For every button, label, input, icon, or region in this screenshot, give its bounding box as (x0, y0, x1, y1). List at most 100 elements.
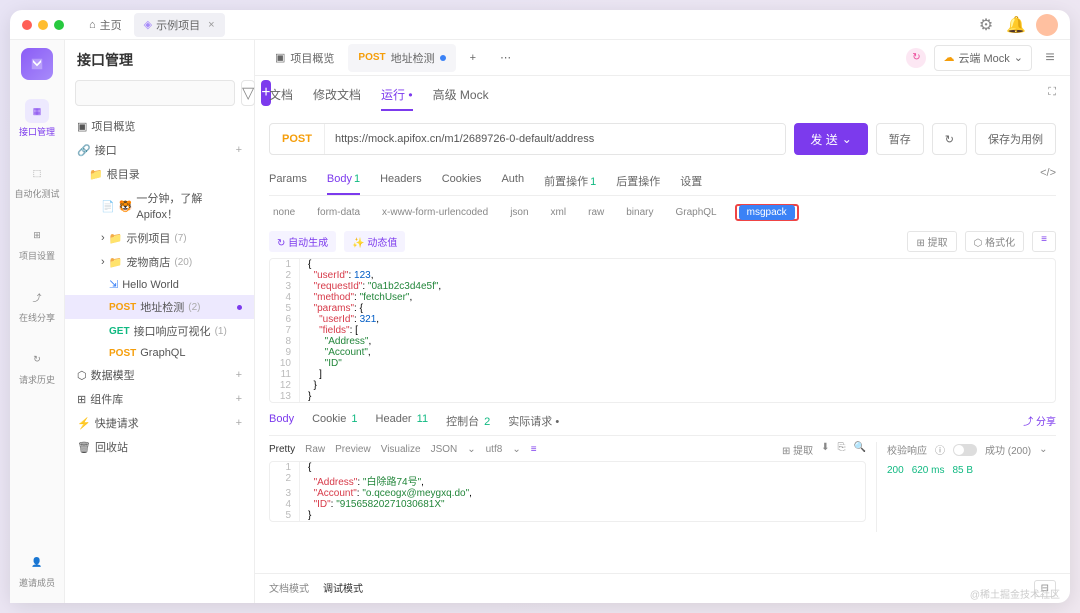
body-type-graphql[interactable]: GraphQL (671, 205, 720, 220)
resp-tab-actual[interactable]: 实际请求 • (508, 413, 559, 429)
filter-button[interactable]: ▽ (241, 80, 255, 106)
body-type-formdata[interactable]: form-data (313, 205, 364, 220)
body-type-msgpack[interactable]: msgpack (739, 205, 795, 220)
save-case-button[interactable]: 保存为用例 (975, 123, 1056, 155)
param-tab-pre[interactable]: 前置操作1 (544, 167, 596, 195)
resp-tab-console[interactable]: 控制台 2 (446, 413, 490, 429)
body-type-xml[interactable]: xml (547, 205, 571, 220)
request-body-editor[interactable]: 1{2 "userId": 123,3 "requestId": "0a1b2c… (269, 258, 1056, 403)
settings-icon[interactable]: ⚙ (976, 15, 996, 35)
resp-tab-body[interactable]: Body (269, 413, 294, 429)
format-json[interactable]: JSON (431, 444, 458, 455)
main-tab-overview[interactable]: ▣项目概览 (265, 44, 344, 72)
response-body-viewer[interactable]: 1{2 "Address": "白除路74号",3 "Account": "o.… (269, 461, 866, 522)
send-button[interactable]: 发 送⌄ (794, 123, 867, 155)
method-selector[interactable]: POST (270, 124, 325, 154)
resp-tab-cookie[interactable]: Cookie 1 (312, 413, 357, 429)
resp-copy-icon[interactable]: ⎘ (838, 442, 846, 457)
body-type-json[interactable]: json (506, 205, 532, 220)
unsaved-dot (440, 55, 446, 61)
avatar[interactable] (1036, 14, 1058, 36)
doc-tab-run[interactable]: 运行 • (381, 86, 413, 111)
sidebar-title: 接口管理 (65, 40, 254, 80)
resp-tab-header[interactable]: Header 11 (376, 413, 429, 429)
tree-overview[interactable]: ▣项目概览 (65, 114, 254, 138)
view-visualize[interactable]: Visualize (381, 444, 421, 455)
env-selector[interactable]: ☁云端 Mock⌄ (934, 45, 1032, 71)
tab-home[interactable]: ⌂主页 (79, 13, 132, 37)
rail-share[interactable]: ⤴在线分享 (15, 281, 59, 328)
expand-icon[interactable]: ⛶ (1048, 86, 1056, 111)
rail-api-manage[interactable]: ▦接口管理 (15, 95, 59, 142)
body-type-none[interactable]: none (269, 205, 299, 220)
tree-trash[interactable]: 🗑回收站 (65, 435, 254, 459)
more-actions[interactable]: ≡ (1032, 231, 1056, 252)
tree-quickstart[interactable]: 📄🐯一分钟，了解 Apifox！ (65, 186, 254, 226)
refresh-button[interactable]: ↻ (932, 123, 967, 155)
info-icon[interactable]: ⓘ (935, 442, 945, 457)
param-tab-headers[interactable]: Headers (380, 167, 422, 195)
param-tab-body[interactable]: Body1 (327, 167, 360, 195)
tree-components[interactable]: ⊞组件库+ (65, 387, 254, 411)
body-type-binary[interactable]: binary (622, 205, 657, 220)
tree-quick-request[interactable]: ⚡快捷请求+ (65, 411, 254, 435)
tree-root-dir[interactable]: 📁根目录 (65, 162, 254, 186)
automation-icon: ⬚ (25, 161, 49, 185)
tree-sample-project[interactable]: ›📁示例项目(7) (65, 226, 254, 250)
close-tab-icon[interactable]: × (208, 19, 214, 31)
rail-automation[interactable]: ⬚自动化测试 (10, 157, 63, 204)
minimize-window[interactable] (38, 20, 48, 30)
code-icon[interactable]: </> (1040, 167, 1056, 195)
body-type-urlencoded[interactable]: x-www-form-urlencoded (378, 205, 492, 220)
param-tab-auth[interactable]: Auth (501, 167, 524, 195)
tab-menu[interactable]: ⋯ (490, 45, 521, 70)
doc-tab-mock[interactable]: 高级 Mock (433, 86, 489, 111)
view-preview[interactable]: Preview (335, 444, 371, 455)
param-tab-settings[interactable]: 设置 (680, 167, 702, 195)
format-button[interactable]: ⬡ 格式化 (965, 231, 1025, 252)
temp-save-button[interactable]: 暂存 (876, 123, 924, 155)
resp-search-icon[interactable]: 🔍 (854, 442, 866, 457)
url-field[interactable] (325, 124, 785, 154)
view-pretty[interactable]: Pretty (269, 444, 295, 455)
search-input[interactable] (75, 80, 235, 106)
tree-graphql[interactable]: POSTGraphQL (65, 343, 254, 363)
bell-icon[interactable]: 🔔 (1006, 15, 1026, 35)
maximize-window[interactable] (54, 20, 64, 30)
close-window[interactable] (22, 20, 32, 30)
view-raw[interactable]: Raw (305, 444, 325, 455)
dynamic-value-button[interactable]: ✨ 动态值 (344, 231, 405, 252)
share-button[interactable]: ⤴ 分享 (1023, 413, 1056, 429)
menu-icon[interactable]: ≡ (1040, 48, 1060, 68)
plus-icon[interactable]: + (236, 144, 242, 156)
mode-debug[interactable]: 调试模式 (323, 580, 363, 597)
tree-data-model[interactable]: ⬡数据模型+ (65, 363, 254, 387)
auto-generate-button[interactable]: ↻ 自动生成 (269, 231, 336, 252)
new-tab-button[interactable]: + (460, 46, 486, 70)
doc-tab-edit[interactable]: 修改文档 (313, 86, 361, 111)
mode-doc[interactable]: 文档模式 (269, 580, 309, 597)
rail-invite[interactable]: 👤邀请成员 (15, 546, 59, 593)
tree-hello-world[interactable]: ⇲Hello World (65, 274, 254, 295)
body-type-raw[interactable]: raw (584, 205, 608, 220)
tree-api-root[interactable]: 🔗接口+ (65, 138, 254, 162)
tree-address-check[interactable]: POST地址检测(2) (65, 295, 254, 319)
env-refresh-icon[interactable]: ↻ (906, 48, 926, 68)
tree-petstore[interactable]: ›📁宠物商店(20) (65, 250, 254, 274)
resp-download-icon[interactable]: ⬇ (821, 442, 829, 457)
validate-toggle[interactable] (953, 444, 977, 456)
tree-visualize[interactable]: GET接口响应可视化(1) (65, 319, 254, 343)
param-tab-cookies[interactable]: Cookies (442, 167, 482, 195)
doc-tab-document[interactable]: 文档 (269, 86, 293, 111)
titlebar: ⌂主页 ◈示例项目× ⚙ 🔔 (10, 10, 1070, 40)
resp-extract[interactable]: ⊞ 提取 (782, 442, 813, 457)
param-tab-params[interactable]: Params (269, 167, 307, 195)
rail-settings[interactable]: ⊞项目设置 (15, 219, 59, 266)
encoding-utf8[interactable]: utf8 (486, 444, 503, 455)
tab-project[interactable]: ◈示例项目× (134, 13, 225, 37)
app-logo[interactable] (21, 48, 53, 80)
rail-history[interactable]: ↻请求历史 (15, 343, 59, 390)
main-tab-address[interactable]: POST地址检测 (348, 44, 455, 72)
param-tab-post[interactable]: 后置操作 (616, 167, 660, 195)
extract-button[interactable]: ⊞ 提取 (907, 231, 956, 252)
